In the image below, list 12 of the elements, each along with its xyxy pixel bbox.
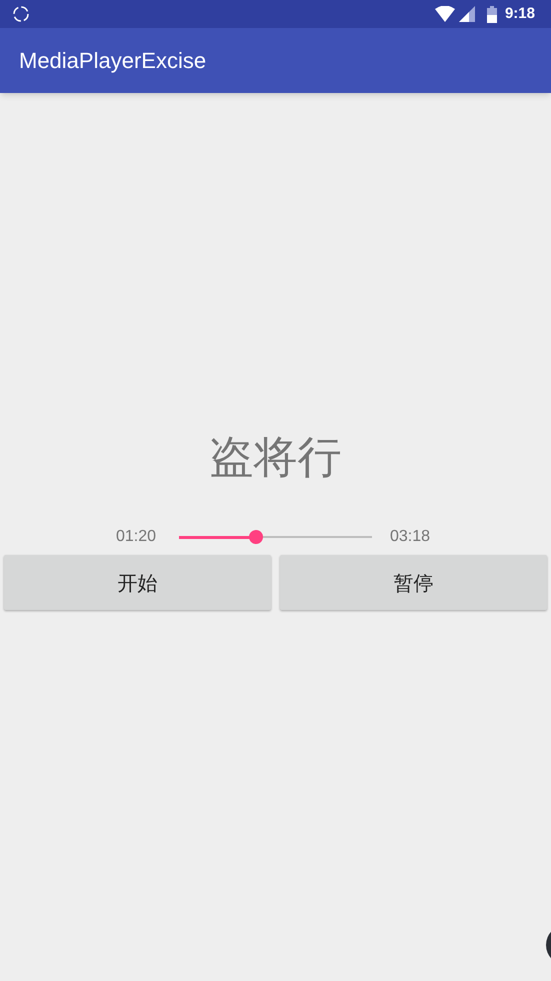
status-time: 9:18	[504, 4, 535, 24]
song-title: 盗将行	[210, 431, 342, 485]
app-title: MediaPlayerExcise	[19, 47, 206, 75]
seek-slider[interactable]	[179, 530, 372, 544]
battery-icon	[486, 6, 497, 22]
duration-time: 03:18	[390, 527, 430, 547]
emulator-logo-icon	[12, 5, 30, 23]
player-button[interactable]: 开始	[4, 555, 271, 610]
player-button[interactable]: 暂停	[280, 555, 547, 610]
wifi-icon	[434, 6, 455, 22]
elapsed-time: 01:20	[116, 527, 158, 547]
signal-icon	[458, 6, 475, 22]
